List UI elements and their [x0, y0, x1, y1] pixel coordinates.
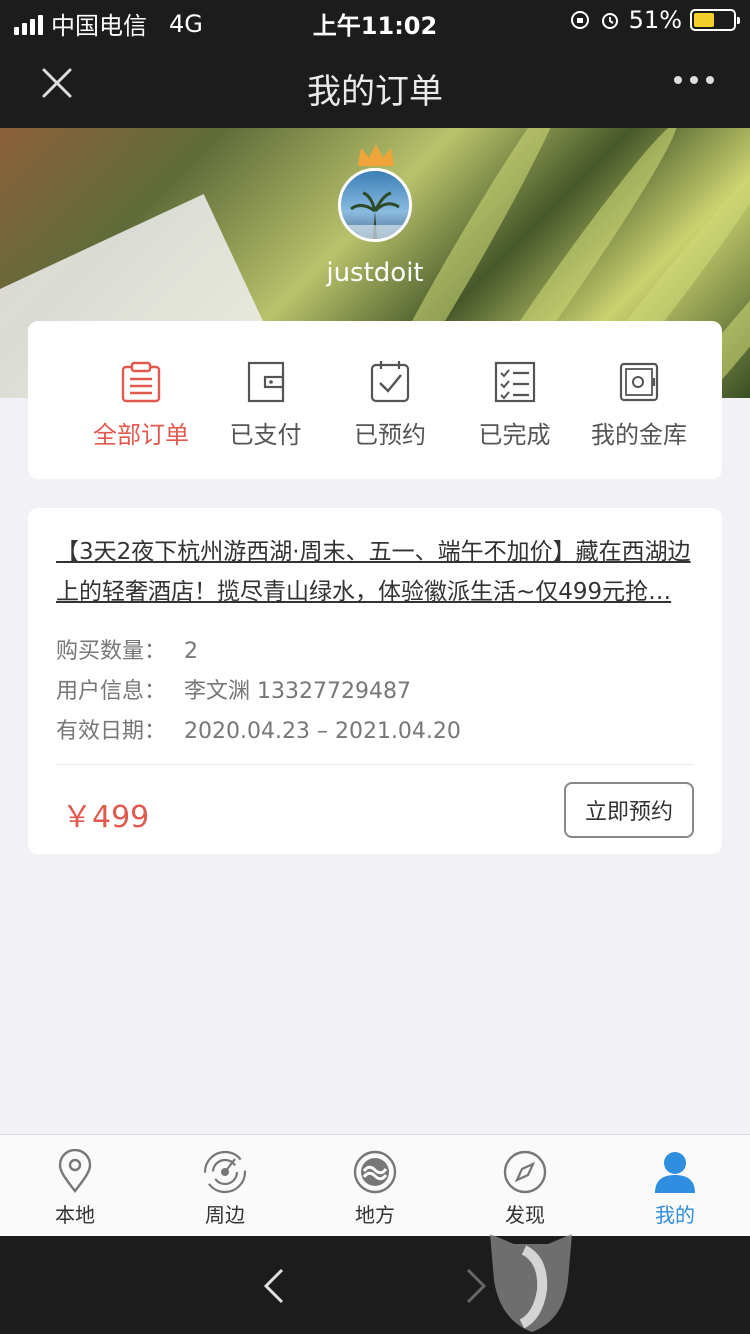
- wallet-icon: [247, 361, 284, 403]
- tab-label: 已完成: [478, 421, 551, 449]
- order-card[interactable]: 【3天2夜下杭州游西湖·周末、五一、端午不加价】藏在西湖边上的轻奢酒店！揽尽青山…: [28, 508, 722, 854]
- tab-label: 已支付: [229, 421, 302, 449]
- battery-icon: [690, 9, 740, 31]
- tabbar-item-nearby[interactable]: 周边: [150, 1135, 300, 1236]
- tab-completed[interactable]: 已完成: [460, 359, 570, 479]
- tab-label: 全部订单: [93, 421, 189, 449]
- compass-icon: [503, 1150, 547, 1194]
- tabbar-label: 本地: [55, 1203, 95, 1227]
- user-icon: [655, 1152, 695, 1193]
- order-details: 购买数量： 2 用户信息： 李文渊 13327729487 有效日期： 2020…: [56, 632, 694, 752]
- tab-label: 已预约: [354, 421, 426, 449]
- alarm-icon: [601, 13, 618, 29]
- tab-all-orders[interactable]: 全部订单: [86, 359, 196, 479]
- location-pin-icon: [58, 1149, 92, 1193]
- quantity-label: 购买数量：: [56, 639, 167, 664]
- valid-date-value: 2020.04.23 – 2021.04.20: [184, 719, 461, 744]
- tabbar-item-places[interactable]: 地方: [300, 1135, 450, 1236]
- browser-toolbar: [0, 1236, 750, 1334]
- page-title: 我的订单: [307, 72, 443, 112]
- safe-icon: [619, 362, 659, 402]
- rotation-lock-icon: [570, 11, 589, 29]
- divider: [56, 764, 694, 765]
- cat-watermark-icon: [490, 1234, 572, 1332]
- tab-paid[interactable]: 已支付: [211, 359, 321, 479]
- checklist-icon: [494, 361, 535, 403]
- nav-bar: 我的订单: [0, 40, 750, 128]
- order-status-tabs: 全部订单 已支付 已预约 已完成 我的金库: [28, 321, 722, 479]
- more-icon[interactable]: [674, 76, 714, 84]
- crown-icon: [358, 144, 394, 166]
- wave-circle-icon: [353, 1150, 397, 1194]
- user-info-value: 李文渊 13327729487: [184, 679, 411, 704]
- tabbar-item-local[interactable]: 本地: [0, 1135, 150, 1236]
- tab-reserved[interactable]: 已预约: [335, 359, 445, 479]
- tabbar-label: 周边: [205, 1203, 245, 1227]
- tabbar-label: 我的: [655, 1203, 695, 1227]
- tab-label: 我的金库: [591, 421, 687, 449]
- radar-icon: [203, 1150, 247, 1194]
- order-title[interactable]: 【3天2夜下杭州游西湖·周末、五一、端午不加价】藏在西湖边上的轻奢酒店！揽尽青山…: [56, 532, 694, 612]
- calendar-check-icon: [370, 361, 410, 403]
- tabbar-item-mine[interactable]: 我的: [600, 1135, 750, 1236]
- battery-percent: 51%: [628, 6, 682, 34]
- user-info-label: 用户信息：: [56, 679, 167, 704]
- avatar[interactable]: [338, 168, 412, 242]
- username: justdoit: [326, 258, 424, 288]
- back-icon[interactable]: [262, 1266, 286, 1306]
- tabbar-label: 地方: [355, 1203, 395, 1227]
- quantity-value: 2: [184, 639, 198, 664]
- tab-vault[interactable]: 我的金库: [584, 359, 694, 479]
- bottom-tab-bar: 本地 周边 地方 发现 我的: [0, 1134, 750, 1236]
- order-price: ￥499: [62, 800, 150, 835]
- book-now-button[interactable]: 立即预约: [564, 782, 694, 838]
- clipboard-icon: [121, 361, 161, 403]
- valid-date-label: 有效日期：: [56, 719, 167, 744]
- status-bar: 中国电信 4G 上午11:02 51%: [0, 0, 750, 40]
